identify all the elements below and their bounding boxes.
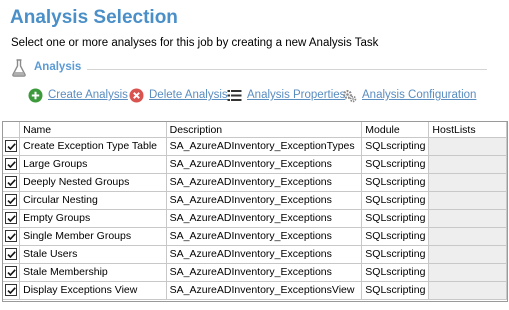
cell-module: SQLscripting — [361, 137, 430, 156]
analysis-toolbar: Create Analysis Delete Analysis Analysis… — [28, 86, 498, 104]
row-checkbox[interactable] — [5, 176, 18, 189]
page-title: Analysis Selection — [10, 7, 178, 28]
cell-description: SA_AzureADInventory_Exceptions — [166, 263, 363, 282]
cell-description: SA_AzureADInventory_ExceptionTypes — [166, 137, 363, 156]
table-row[interactable]: Stale Membership SA_AzureADInventory_Exce… — [3, 263, 507, 282]
row-select-cell — [3, 281, 21, 300]
row-select-cell — [3, 263, 21, 282]
row-checkbox[interactable] — [5, 158, 18, 171]
list-icon — [227, 88, 242, 103]
cell-description: SA_AzureADInventory_Exceptions — [166, 173, 363, 192]
table-row[interactable]: Deeply Nested Groups SA_AzureADInventory_… — [3, 173, 507, 192]
table-row[interactable]: Large Groups SA_AzureADInventory_Exceptio… — [3, 155, 507, 174]
checkmark-icon — [7, 179, 16, 187]
cell-name: Display Exceptions View — [19, 281, 167, 300]
cell-module: SQLscripting — [361, 173, 430, 192]
row-select-cell — [3, 191, 21, 210]
column-header-hostlists[interactable]: HostLists — [428, 122, 507, 138]
cell-name: Single Member Groups — [19, 227, 167, 246]
create-analysis-label: Create Analysis — [48, 89, 128, 101]
row-select-cell — [3, 209, 21, 228]
flask-icon — [11, 59, 27, 77]
analysis-section-header: Analysis — [11, 58, 487, 78]
row-checkbox[interactable] — [5, 284, 18, 297]
checkmark-icon — [7, 143, 16, 151]
cell-module: SQLscripting — [361, 155, 430, 174]
checkmark-icon — [7, 233, 16, 241]
row-checkbox[interactable] — [5, 140, 18, 153]
analysis-configuration-button[interactable]: Analysis Configuration — [342, 86, 476, 104]
cell-hostlists — [428, 209, 507, 228]
row-checkbox[interactable] — [5, 212, 18, 225]
column-header-description[interactable]: Description — [166, 122, 363, 138]
cell-description: SA_AzureADInventory_Exceptions — [166, 191, 363, 210]
row-select-cell — [3, 245, 21, 264]
table-row[interactable]: Create Exception Type Table SA_AzureADInv… — [3, 137, 507, 156]
cell-name: Stale Users — [19, 245, 167, 264]
analysis-properties-button[interactable]: Analysis Properties — [227, 86, 345, 104]
cell-module: SQLscripting — [361, 209, 430, 228]
analysis-properties-label: Analysis Properties — [247, 89, 346, 101]
x-circle-icon — [129, 88, 144, 103]
delete-analysis-button[interactable]: Delete Analysis — [129, 86, 228, 104]
row-checkbox[interactable] — [5, 230, 18, 243]
cell-description: SA_AzureADInventory_Exceptions — [166, 209, 363, 228]
plus-circle-icon — [28, 88, 43, 103]
cell-name: Empty Groups — [19, 209, 167, 228]
cell-name: Deeply Nested Groups — [19, 173, 167, 192]
row-checkbox[interactable] — [5, 248, 18, 261]
gears-icon — [342, 88, 357, 103]
cell-hostlists — [428, 263, 507, 282]
create-analysis-button[interactable]: Create Analysis — [28, 86, 128, 104]
cell-module: SQLscripting — [361, 191, 430, 210]
row-select-cell — [3, 173, 21, 192]
row-checkbox[interactable] — [5, 194, 18, 207]
checkmark-icon — [7, 251, 16, 259]
table-row[interactable]: Display Exceptions View SA_AzureADInvento… — [3, 281, 507, 300]
section-divider — [87, 69, 487, 70]
delete-analysis-label: Delete Analysis — [149, 89, 228, 101]
cell-module: SQLscripting — [361, 227, 430, 246]
cell-name: Stale Membership — [19, 263, 167, 282]
checkmark-icon — [7, 197, 16, 205]
cell-hostlists — [428, 173, 507, 192]
cell-hostlists — [428, 191, 507, 210]
cell-module: SQLscripting — [361, 263, 430, 282]
checkmark-icon — [7, 269, 16, 277]
analysis-configuration-label: Analysis Configuration — [362, 89, 477, 101]
column-header-select[interactable] — [3, 122, 21, 138]
checkmark-icon — [7, 161, 16, 169]
checkmark-icon — [7, 215, 16, 223]
cell-name: Create Exception Type Table — [19, 137, 167, 156]
cell-description: SA_AzureADInventory_Exceptions — [166, 227, 363, 246]
table-row[interactable]: Single Member Groups SA_AzureADInventory_… — [3, 227, 507, 246]
cell-description: SA_AzureADInventory_Exceptions — [166, 245, 363, 264]
cell-hostlists — [428, 155, 507, 174]
cell-name: Circular Nesting — [19, 191, 167, 210]
cell-name: Large Groups — [19, 155, 167, 174]
row-select-cell — [3, 155, 21, 174]
cell-hostlists — [428, 227, 507, 246]
checkmark-icon — [7, 287, 16, 295]
cell-hostlists — [428, 281, 507, 300]
table-header-row: Name Description Module HostLists — [3, 122, 507, 138]
cell-description: SA_AzureADInventory_ExceptionsView — [166, 281, 363, 300]
table-row[interactable]: Stale Users SA_AzureADInventory_Exception… — [3, 245, 507, 264]
cell-hostlists — [428, 245, 507, 264]
row-select-cell — [3, 227, 21, 246]
analysis-table: Name Description Module HostLists Create… — [3, 122, 507, 300]
table-row[interactable]: Empty Groups SA_AzureADInventory_Exceptio… — [3, 209, 507, 228]
section-title: Analysis — [34, 61, 82, 73]
analysis-grid: Name Description Module HostLists Create… — [2, 121, 508, 302]
row-checkbox[interactable] — [5, 266, 18, 279]
row-select-cell — [3, 137, 21, 156]
table-row[interactable]: Circular Nesting SA_AzureADInventory_Exce… — [3, 191, 507, 210]
column-header-name[interactable]: Name — [19, 122, 167, 138]
cell-module: SQLscripting — [361, 281, 430, 300]
cell-description: SA_AzureADInventory_Exceptions — [166, 155, 363, 174]
cell-module: SQLscripting — [361, 245, 430, 264]
page-subtitle: Select one or more analyses for this job… — [11, 37, 379, 49]
cell-hostlists — [428, 137, 507, 156]
column-header-module[interactable]: Module — [361, 122, 430, 138]
